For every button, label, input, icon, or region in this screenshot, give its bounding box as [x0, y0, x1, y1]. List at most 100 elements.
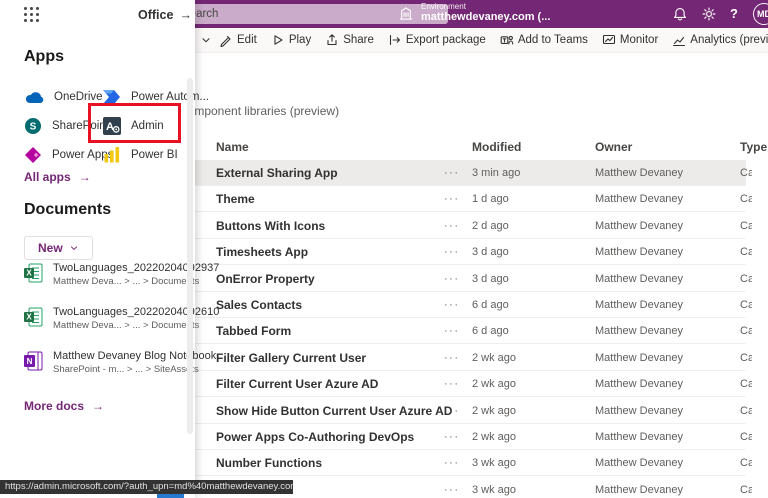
row-more-actions-icon[interactable]: ··· [444, 318, 460, 344]
app-label: Power BI [131, 148, 178, 161]
more-options-icon[interactable]: ⋮ [174, 119, 186, 133]
notifications-bell-icon[interactable] [672, 6, 688, 22]
share-button[interactable]: Share [325, 33, 374, 47]
row-more-actions-icon[interactable]: ··· [444, 345, 460, 371]
power-apps-icon [24, 146, 42, 164]
launcher-app-power-bi[interactable]: Power BI [103, 140, 182, 169]
environment-picker[interactable]: Environment matthewdevaney.com (... [398, 2, 550, 24]
row-more-actions-icon[interactable]: ··· [444, 213, 460, 239]
onenote-file-icon: N [24, 348, 43, 380]
office-link-label: Office [138, 8, 174, 22]
user-avatar[interactable]: MD [753, 3, 768, 25]
row-more-actions-icon[interactable]: ··· [444, 477, 460, 498]
environment-label: Environment [421, 2, 466, 11]
apps-grid: OneDrive Power Autom... S SharePoint A Admin ⋮… [24, 82, 209, 169]
app-modified: 2 wk ago [472, 378, 517, 390]
settings-gear-icon[interactable] [701, 6, 717, 22]
app-modified: 2 wk ago [472, 431, 517, 443]
back-chevron-button[interactable] [200, 34, 212, 46]
app-name[interactable]: External Sharing App [216, 160, 338, 186]
row-more-actions-icon[interactable]: ··· [444, 371, 460, 397]
row-more-actions-icon[interactable]: ··· [444, 266, 460, 292]
app-modified: 6 d ago [472, 325, 509, 337]
command-label: Add to Teams [517, 34, 588, 46]
app-modified: 2 d ago [472, 220, 509, 232]
row-more-actions-icon[interactable]: ··· [444, 186, 460, 212]
launcher-app-power-apps[interactable]: Power Apps [24, 140, 113, 169]
office-home-link[interactable]: Office → [138, 8, 192, 22]
app-name[interactable]: Show Hide Button Current User Azure AD [216, 398, 452, 424]
app-type: Canvas [740, 220, 752, 232]
launcher-app-admin[interactable]: A Admin ⋮ [103, 111, 186, 140]
app-owner: Matthew Devaney [595, 220, 684, 232]
link-preview-tooltip: https://admin.microsoft.com/?auth_upn=md… [0, 480, 293, 494]
teams-icon [500, 33, 514, 47]
app-name[interactable]: Theme [216, 186, 255, 212]
all-apps-link[interactable]: All apps → [24, 170, 91, 184]
app-name[interactable]: Power Apps Co-Authoring DevOps [216, 424, 414, 450]
environment-name: matthewdevaney.com (... [421, 11, 551, 24]
recent-documents-list: X TwoLanguages_20220204092937 Matthew De… [24, 260, 219, 392]
help-icon[interactable]: ? [730, 6, 738, 21]
analytics-preview--button[interactable]: Analytics (preview) [672, 33, 768, 47]
column-header-owner[interactable]: Owner [595, 140, 632, 154]
document-item[interactable]: X TwoLanguages_20220204092937 Matthew De… [24, 260, 219, 292]
excel-file-icon: X [24, 260, 43, 292]
app-owner: Matthew Devaney [595, 405, 684, 417]
row-more-actions-icon[interactable]: ··· [444, 424, 460, 450]
monitor-button[interactable]: Monitor [602, 33, 658, 47]
app-launcher-waffle-icon[interactable] [24, 7, 39, 22]
app-owner: Matthew Devaney [595, 352, 684, 364]
column-header-name[interactable]: Name [216, 140, 249, 154]
launcher-app-power-automate[interactable]: Power Autom... [103, 82, 209, 111]
app-name[interactable]: Timesheets App [216, 239, 308, 265]
document-item[interactable]: X TwoLanguages_20220204092610 Matthew De… [24, 304, 219, 336]
row-more-actions-icon[interactable]: ··· [444, 398, 460, 424]
svg-text:N: N [27, 357, 33, 366]
app-modified: 1 d ago [472, 193, 509, 205]
tab-component-libraries[interactable]: Component libraries (preview) [179, 104, 339, 118]
more-docs-label: More docs [24, 399, 85, 413]
column-header-modified[interactable]: Modified [472, 140, 521, 154]
app-name[interactable]: Filter Current User Azure AD [216, 371, 378, 397]
building-icon [399, 7, 413, 20]
launcher-app-sharepoint[interactable]: S SharePoint [24, 111, 109, 140]
app-name[interactable]: Tabbed Form [216, 318, 291, 344]
chevron-down-icon [70, 246, 77, 250]
app-label: Admin [131, 119, 164, 132]
app-modified: 2 wk ago [472, 405, 517, 417]
app-owner: Matthew Devaney [595, 457, 684, 469]
power-bi-icon [103, 146, 121, 164]
document-item[interactable]: N Matthew Devaney Blog Notebook SharePoi… [24, 348, 216, 380]
app-owner: Matthew Devaney [595, 378, 684, 390]
app-name[interactable]: Sales Contacts [216, 292, 302, 318]
app-modified: 3 wk ago [472, 484, 517, 496]
row-more-actions-icon[interactable]: ··· [444, 160, 460, 186]
app-name[interactable]: Filter Gallery Current User [216, 345, 366, 371]
app-type: Canvas [740, 193, 752, 205]
launcher-app-onedrive[interactable]: OneDrive [24, 82, 103, 111]
svg-text:X: X [26, 313, 32, 322]
app-name[interactable]: Number Functions [216, 450, 322, 476]
edit-button[interactable]: Edit [219, 33, 257, 47]
app-name[interactable]: OnError Property [216, 266, 315, 292]
app-type: Canvas [740, 352, 752, 364]
app-modified: 6 d ago [472, 299, 509, 311]
export-package-button[interactable]: Export package [388, 33, 486, 47]
play-icon [271, 33, 285, 47]
play-button[interactable]: Play [271, 33, 311, 47]
more-docs-link[interactable]: More docs → [24, 399, 104, 413]
row-more-actions-icon[interactable]: ··· [444, 292, 460, 318]
new-document-button[interactable]: New [24, 236, 93, 260]
app-label: SharePoint [52, 119, 109, 132]
document-title: TwoLanguages_20220204092610 [53, 306, 220, 318]
app-name[interactable]: Buttons With Icons [216, 213, 325, 239]
row-more-actions-icon[interactable]: ··· [444, 450, 460, 476]
add-to-teams-button[interactable]: Add to Teams [500, 33, 588, 47]
app-modified: 3 wk ago [472, 457, 517, 469]
command-label: Export package [405, 34, 486, 46]
app-owner: Matthew Devaney [595, 273, 684, 285]
row-more-actions-icon[interactable]: ··· [444, 239, 460, 265]
column-header-type[interactable]: Type [740, 140, 767, 154]
panel-scrollbar[interactable] [187, 78, 193, 434]
